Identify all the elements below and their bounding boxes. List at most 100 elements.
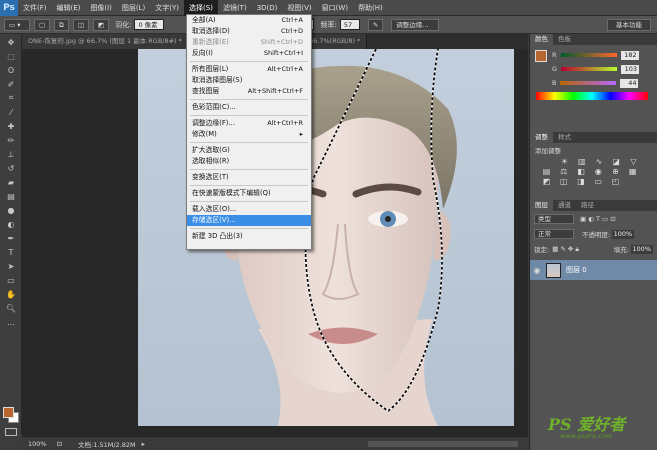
select-menu-item[interactable]: 载入选区(O)... xyxy=(187,204,311,215)
layer-name[interactable]: 图层 0 xyxy=(566,265,587,275)
select-menu-item[interactable]: 全部(A) Ctrl+A xyxy=(187,15,311,26)
photo-filter-icon[interactable]: ◉ xyxy=(593,166,604,176)
layer-thumbnail[interactable] xyxy=(546,262,561,278)
selective-color-icon[interactable]: ◰ xyxy=(610,176,621,186)
visibility-eye-icon[interactable]: ◉ xyxy=(530,266,544,275)
levels-icon[interactable]: ▥ xyxy=(576,156,587,166)
zoom-tool-icon[interactable]: 🔍︎ xyxy=(3,302,19,314)
pen-tool-icon[interactable]: ✒ xyxy=(3,232,19,244)
lasso-tool-icon[interactable]: ʘ xyxy=(3,64,19,76)
color-balance-icon[interactable]: ⚖ xyxy=(558,166,569,176)
select-menu-item[interactable]: 所有图层(L) Alt+Ctrl+A xyxy=(187,64,311,75)
tab-color[interactable]: 颜色 xyxy=(530,34,553,45)
select-menu-item[interactable]: 重新选择(E) Shift+Ctrl+D xyxy=(187,37,311,48)
green-slider[interactable] xyxy=(561,67,618,71)
select-menu-item[interactable]: 修改(M) ▸ xyxy=(187,129,311,140)
eraser-tool-icon[interactable]: ▰ xyxy=(3,176,19,188)
select-menu-item[interactable]: 新建 3D 凸出(3) xyxy=(187,231,311,242)
hue-saturation-icon[interactable]: ▤ xyxy=(541,166,552,176)
hand-tool-icon[interactable]: ✋ xyxy=(3,288,19,300)
menu-item[interactable]: 文字(Y) xyxy=(150,0,184,16)
filter-icons[interactable]: ▣ ◐ T ▭ ⊡ xyxy=(580,215,616,223)
add-selection-icon[interactable]: ⧉ xyxy=(54,18,69,31)
select-menu-item[interactable]: 反向(I) Shift+Ctrl+I xyxy=(187,48,311,59)
marquee-tool-icon[interactable]: ⬚ xyxy=(3,50,19,62)
dodge-tool-icon[interactable]: ◐ xyxy=(3,218,19,230)
status-icon[interactable]: ⊡ xyxy=(57,440,62,448)
color-fg-swatch[interactable] xyxy=(535,50,547,62)
select-menu-item[interactable]: 查找图层 Alt+Shift+Ctrl+F xyxy=(187,86,311,97)
type-tool-icon[interactable]: T xyxy=(3,246,19,258)
lock-icons[interactable]: ▦ ✎ ✥ 🔒︎ xyxy=(552,245,579,254)
tab-adjustments[interactable]: 调整 xyxy=(530,132,553,143)
path-selection-icon[interactable]: ➤ xyxy=(3,260,19,272)
select-menu-item[interactable]: 变换选区(T) xyxy=(187,172,311,183)
select-menu-item[interactable]: 调整边缘(F)... Alt+Ctrl+R xyxy=(187,118,311,129)
intersect-selection-icon[interactable]: ◩ xyxy=(92,18,110,31)
menu-item[interactable]: 帮助(H) xyxy=(353,0,388,16)
select-menu-item[interactable]: 扩大选取(G) xyxy=(187,145,311,156)
blue-value[interactable]: 44 xyxy=(620,78,639,88)
select-menu-item[interactable]: 取消选择图层(S) xyxy=(187,75,311,86)
horizontal-scrollbar[interactable] xyxy=(368,440,518,447)
select-menu-item[interactable]: 存储选区(V)... xyxy=(187,215,311,226)
select-menu-item[interactable]: 在快速蒙版模式下编辑(Q) xyxy=(187,188,311,199)
document-tab[interactable]: ONE-恢复的.jpg @ 66.7% (图层 1 副本 RGB/8#) * xyxy=(22,34,189,49)
feather-input[interactable]: 0 像素 xyxy=(134,19,165,30)
tool-preset-picker[interactable]: ▭ ▾ xyxy=(4,18,30,31)
menu-item[interactable]: 图层(L) xyxy=(117,0,150,16)
posterize-icon[interactable]: ◫ xyxy=(558,176,569,186)
more-tools-icon[interactable]: … xyxy=(3,316,19,328)
blue-slider[interactable] xyxy=(560,81,617,85)
tab-channels[interactable]: 通道 xyxy=(553,200,576,211)
exposure-icon[interactable]: ◪ xyxy=(611,156,622,166)
blend-mode-select[interactable]: 正常 xyxy=(534,229,574,239)
gradient-tool-icon[interactable]: ▤ xyxy=(3,190,19,202)
eyedropper-tool-icon[interactable]: ⁄ xyxy=(3,106,19,118)
workspace-select[interactable]: 基本功能 xyxy=(607,19,651,31)
brush-tool-icon[interactable]: ✏ xyxy=(3,134,19,146)
frequency-input[interactable]: 57 xyxy=(339,19,360,30)
gradient-map-icon[interactable]: ▭ xyxy=(593,176,604,186)
zoom-readout[interactable]: 100% xyxy=(28,440,47,448)
quick-mask-icon[interactable] xyxy=(5,428,17,436)
move-tool-icon[interactable]: ✥ xyxy=(3,36,19,48)
quick-selection-icon[interactable]: ✐ xyxy=(3,78,19,90)
crop-tool-icon[interactable]: ⌗ xyxy=(3,92,19,104)
vibrance-icon[interactable]: ▽ xyxy=(628,156,639,166)
menu-item[interactable]: 编辑(E) xyxy=(52,0,86,16)
tab-swatches[interactable]: 色板 xyxy=(553,34,576,45)
channel-mixer-icon[interactable]: ⊕ xyxy=(610,166,621,176)
tab-paths[interactable]: 路径 xyxy=(576,200,599,211)
clone-stamp-icon[interactable]: ⊥ xyxy=(3,148,19,160)
select-menu-item[interactable]: 取消选择(D) Ctrl+D xyxy=(187,26,311,37)
invert-icon[interactable]: ◩ xyxy=(541,176,552,186)
menu-item[interactable]: 文件(F) xyxy=(18,0,52,16)
brightness-icon[interactable]: ☀ xyxy=(559,156,570,166)
color-spectrum-bar[interactable] xyxy=(536,92,648,100)
pen-pressure-icon[interactable]: ✎ xyxy=(367,18,384,31)
healing-brush-icon[interactable]: ✚ xyxy=(3,120,19,132)
history-brush-icon[interactable]: ↺ xyxy=(3,162,19,174)
select-menu-item[interactable]: 选取相似(R) xyxy=(187,156,311,167)
shape-tool-icon[interactable]: ▭ xyxy=(3,274,19,286)
status-arrow-icon[interactable]: ▸ xyxy=(142,440,145,448)
color-lookup-icon[interactable]: ▦ xyxy=(627,166,638,176)
opacity-value[interactable]: 100% xyxy=(612,229,635,239)
red-slider[interactable] xyxy=(560,53,617,57)
refine-edge-button[interactable]: 调整边缘... xyxy=(391,18,440,31)
layer-row[interactable]: ◉ 图层 0 xyxy=(530,260,657,280)
foreground-color-swatch[interactable] xyxy=(3,407,14,418)
subtract-selection-icon[interactable]: ◫ xyxy=(72,18,89,31)
select-menu-item[interactable]: 色彩范围(C)... xyxy=(187,102,311,113)
fill-value[interactable]: 100% xyxy=(631,244,653,254)
black-white-icon[interactable]: ◧ xyxy=(575,166,586,176)
green-value[interactable]: 103 xyxy=(621,64,640,74)
menu-item[interactable]: 图像(I) xyxy=(85,0,117,16)
tab-styles[interactable]: 样式 xyxy=(553,132,576,143)
menu-item[interactable]: 窗口(W) xyxy=(317,0,353,16)
new-selection-icon[interactable]: ▢ xyxy=(34,18,51,31)
blur-tool-icon[interactable]: ● xyxy=(3,204,19,216)
red-value[interactable]: 182 xyxy=(620,50,639,60)
curves-icon[interactable]: ∿ xyxy=(593,156,604,166)
